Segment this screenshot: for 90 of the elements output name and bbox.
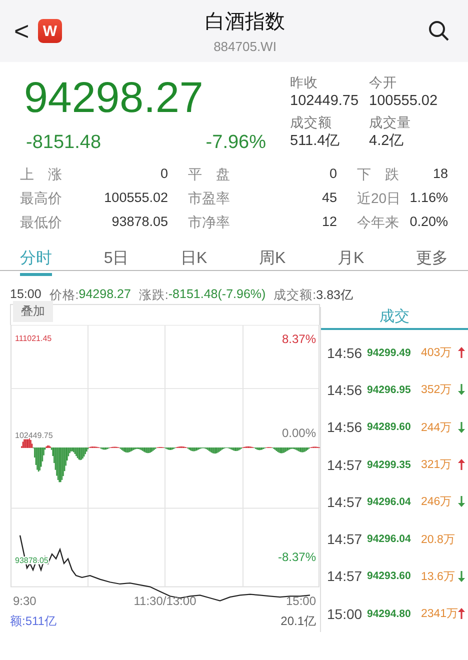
detail-value: 12 <box>322 214 337 231</box>
trade-time: 14:57 <box>327 456 364 473</box>
info-change-label: 涨跌: <box>138 287 168 304</box>
high-price-label: 111021.45 <box>15 334 52 343</box>
detail-value: 0 <box>329 166 337 183</box>
detail-label: 下 跌 <box>357 166 399 184</box>
stat-value: 4.2亿 <box>369 132 406 150</box>
trade-price: 94296.04 <box>367 496 412 508</box>
trades-tab[interactable]: 成交 <box>321 307 468 330</box>
trade-price: 94296.04 <box>367 533 412 546</box>
volume-total: 额:511亿 <box>10 613 56 630</box>
trade-time: 14:56 <box>327 344 364 361</box>
price-change: -8151.48 <box>26 132 102 154</box>
info-amount-label: 成交额: <box>274 287 316 304</box>
chart-tab[interactable]: 分时 <box>20 248 52 276</box>
trade-time: 14:57 <box>327 531 364 548</box>
trade-volume: 321万 <box>421 458 454 472</box>
detail-value: 100555.02 <box>104 190 168 207</box>
stat-value: 511.4亿 <box>290 132 342 150</box>
trade-time: 15:00 <box>327 606 364 622</box>
stat-label: 今开 <box>369 74 398 92</box>
volume-max: 20.1亿 <box>280 613 316 630</box>
up-arrow-icon <box>458 459 465 470</box>
detail-value: 18 <box>432 166 448 183</box>
down-arrow-icon <box>458 384 465 396</box>
trade-volume: 244万 <box>421 420 454 435</box>
stat-value: 100555.02 <box>369 92 439 110</box>
chart-tab[interactable]: 周K <box>259 248 286 276</box>
trade-price: 94299.49 <box>367 346 412 359</box>
detail-value: 1.16% <box>410 190 448 207</box>
time-axis-label: 11:30/13:00 <box>134 594 196 608</box>
detail-label: 市盈率 <box>188 190 230 208</box>
chart-tab[interactable]: 日K <box>180 248 208 276</box>
stat-value: 102449.75 <box>290 92 360 110</box>
trade-time: 14:56 <box>327 382 364 398</box>
trade-price: 94299.35 <box>367 458 412 471</box>
base-price-label: 102449.75 <box>15 431 53 440</box>
base-percent-label: 0.00% <box>282 426 316 440</box>
detail-label: 最高价 <box>20 190 62 208</box>
stat-label: 成交额 <box>290 114 333 132</box>
trade-price: 94293.60 <box>367 570 412 582</box>
trade-volume: 13.6万 <box>421 570 456 584</box>
detail-value: 93878.05 <box>112 214 168 231</box>
detail-label: 市净率 <box>188 214 230 232</box>
time-axis-label: 9:30 <box>13 594 36 608</box>
trade-volume: 2341万 <box>421 607 457 622</box>
detail-label: 上 涨 <box>20 166 62 184</box>
info-price: 94298.27 <box>78 287 131 303</box>
stat-label: 昨收 <box>290 74 319 92</box>
down-arrow-icon <box>458 422 465 433</box>
back-button[interactable]: < <box>14 16 36 46</box>
trade-price: 94296.95 <box>367 384 412 396</box>
index-code: 884705.WI <box>214 39 276 54</box>
detail-value: 0.20% <box>410 214 448 231</box>
trade-volume: 403万 <box>421 346 454 360</box>
current-price: 94298.27 <box>24 74 204 122</box>
up-arrow-icon <box>458 347 465 358</box>
time-axis-label: 15:00 <box>286 594 316 608</box>
stat-label: 成交量 <box>369 114 412 132</box>
detail-value: 0 <box>160 166 168 183</box>
low-percent-label: -8.37% <box>278 550 316 564</box>
info-time: 15:00 <box>10 287 42 303</box>
trade-price: 94289.60 <box>367 421 412 434</box>
detail-label: 平 盘 <box>188 166 230 184</box>
down-arrow-icon <box>458 570 465 582</box>
app-logo[interactable]: W <box>38 19 62 43</box>
down-arrow-icon <box>458 496 465 508</box>
trade-time: 14:56 <box>327 419 364 436</box>
index-title: 白酒指数 <box>205 8 285 35</box>
info-amount: 3.83亿 <box>316 287 354 304</box>
search-icon[interactable] <box>428 20 450 42</box>
trade-volume: 352万 <box>421 383 454 398</box>
overlay-button[interactable]: 叠加 <box>13 301 53 322</box>
trade-time: 14:57 <box>327 568 364 584</box>
chart-tab[interactable]: 5日 <box>104 248 129 276</box>
info-price-label: 价格: <box>49 287 79 304</box>
chart-tab[interactable]: 更多 <box>416 248 448 276</box>
price-change-percent: -7.96% <box>206 132 266 154</box>
trade-volume: 20.8万 <box>421 532 456 547</box>
info-change: -8151.48(-7.96%) <box>168 287 266 303</box>
trade-price: 94294.80 <box>367 608 412 620</box>
detail-value: 45 <box>322 190 337 207</box>
high-percent-label: 8.37% <box>282 332 316 346</box>
chart-tab[interactable]: 月K <box>338 248 364 276</box>
detail-label: 今年来 <box>357 214 399 232</box>
up-arrow-icon <box>458 608 465 620</box>
trade-time: 14:57 <box>327 494 364 510</box>
trade-volume: 246万 <box>421 495 454 510</box>
detail-label: 最低价 <box>20 214 62 232</box>
detail-label: 近20日 <box>357 190 401 208</box>
